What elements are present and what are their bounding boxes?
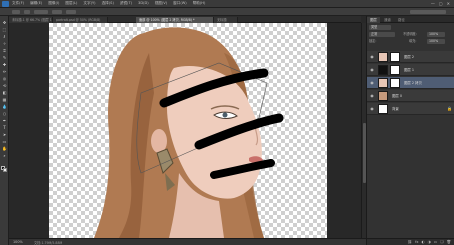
menu-item-6[interactable]: 滤镜(T) bbox=[120, 1, 132, 6]
shape-icon[interactable]: ▭ bbox=[2, 139, 7, 144]
layer-mask-thumbnail[interactable] bbox=[390, 78, 400, 88]
trash-icon[interactable]: 🗑 bbox=[446, 240, 451, 244]
opacity-field[interactable] bbox=[52, 10, 62, 14]
options-bar bbox=[0, 8, 454, 16]
lasso-icon[interactable]: ℓ bbox=[2, 34, 7, 39]
eraser-icon[interactable]: ◧ bbox=[2, 90, 7, 95]
layer-row[interactable]: ◉ 图层 2 bbox=[367, 51, 454, 63]
menu-item-2[interactable]: 图像(I) bbox=[48, 1, 59, 6]
menu-item-4[interactable]: 文字(Y) bbox=[83, 1, 95, 6]
wand-icon[interactable]: ✧ bbox=[2, 41, 7, 46]
layer-mask-thumbnail[interactable] bbox=[390, 52, 400, 62]
layer-thumbnail bbox=[378, 52, 388, 62]
move-icon[interactable]: ✥ bbox=[2, 20, 7, 25]
maximize-button[interactable]: ▢ bbox=[439, 1, 443, 6]
menu-items: 文件(F) 编辑(E) 图像(I) 图层(L) 文字(Y) 选择(S) 滤镜(T) 3D(D)… bbox=[12, 1, 205, 6]
mask-icon[interactable]: ◐ bbox=[422, 240, 425, 244]
layers-panel: 图层 通道 路径 类型 正常 不透明度: 100% 锁定: 填充: 100% ◉… bbox=[366, 16, 454, 245]
link-icon[interactable]: ⛓ bbox=[408, 240, 413, 244]
flow-field[interactable] bbox=[66, 10, 76, 14]
gradient-icon[interactable]: ▦ bbox=[2, 97, 7, 102]
menu-bar: 文件(F) 编辑(E) 图像(I) 图层(L) 文字(Y) 选择(S) 滤镜(T) 3D(D)… bbox=[0, 0, 454, 8]
layer-row[interactable]: ◉ 图层 0 bbox=[367, 90, 454, 102]
zoom-level[interactable]: 100% bbox=[13, 240, 23, 244]
layer-controls: 类型 正常 不透明度: 100% 锁定: 填充: 100% bbox=[369, 25, 453, 49]
pen-icon[interactable]: ✒ bbox=[2, 118, 7, 123]
lock-label: 锁定: bbox=[369, 39, 377, 43]
stamp-icon[interactable]: ◎ bbox=[2, 76, 7, 81]
visibility-eye-icon[interactable]: ◉ bbox=[369, 67, 375, 73]
eyedropper-icon[interactable]: ✎ bbox=[2, 55, 7, 60]
hand-icon[interactable]: ✋ bbox=[2, 146, 7, 151]
menu-item-8[interactable]: 视图(V) bbox=[155, 1, 167, 6]
layer-name: 图层 1 bbox=[404, 68, 415, 72]
layer-row[interactable]: ◉ 图层 1 bbox=[367, 64, 454, 76]
background-color-swatch[interactable] bbox=[3, 168, 7, 172]
visibility-eye-icon[interactable]: ◉ bbox=[369, 54, 375, 60]
menu-item-7[interactable]: 3D(D) bbox=[138, 1, 149, 6]
history-brush-icon[interactable]: ⟲ bbox=[2, 83, 7, 88]
visibility-eye-icon[interactable]: ◉ bbox=[369, 93, 375, 99]
type-icon[interactable]: T bbox=[2, 125, 7, 130]
window-controls: — ▢ ✕ bbox=[431, 1, 450, 6]
layer-name: 图层 2 bbox=[404, 55, 415, 59]
status-bar: 100% 文档:1.79M/5.88M bbox=[9, 238, 366, 245]
blend-mode-select[interactable]: 正常 bbox=[369, 32, 395, 37]
visibility-eye-icon[interactable]: ◉ bbox=[369, 80, 375, 86]
menu-item-10[interactable]: 帮助(H) bbox=[193, 1, 206, 6]
minimize-button[interactable]: — bbox=[431, 1, 435, 6]
layer-name: 图层 0 bbox=[392, 94, 403, 98]
tab-channels[interactable]: 通道 bbox=[381, 17, 394, 23]
lock-icon: 🔒 bbox=[447, 106, 452, 111]
layer-thumbnail bbox=[378, 104, 388, 114]
photoshop-logo-icon[interactable] bbox=[2, 1, 9, 7]
layer-name: 图层 2 拷贝 bbox=[404, 81, 422, 85]
brush-icon[interactable]: ✏ bbox=[2, 69, 7, 74]
crop-icon[interactable]: ⌗ bbox=[2, 48, 7, 53]
mode-select[interactable] bbox=[34, 10, 48, 14]
document-tabs: 未标题-1 @ 66.7% (图层 1, RGB/8) portrait.psd… bbox=[9, 16, 361, 23]
path-select-icon[interactable]: ➤ bbox=[2, 132, 7, 137]
tab-layers[interactable]: 图层 bbox=[367, 17, 380, 23]
menu-item-3[interactable]: 图层(L) bbox=[65, 1, 77, 6]
layer-row[interactable]: ◉ 图层 2 拷贝 bbox=[367, 77, 454, 89]
tab-paths[interactable]: 路径 bbox=[395, 17, 408, 23]
panel-tabs: 图层 通道 路径 bbox=[367, 16, 454, 23]
opacity-field[interactable]: 100% bbox=[427, 32, 445, 37]
close-button[interactable]: ✕ bbox=[447, 1, 450, 6]
portrait-artwork bbox=[94, 27, 284, 238]
layer-thumbnail bbox=[378, 78, 388, 88]
brush-size-picker[interactable] bbox=[24, 10, 30, 14]
new-layer-icon[interactable]: ❏ bbox=[440, 240, 443, 244]
menu-item-1[interactable]: 编辑(E) bbox=[30, 1, 42, 6]
canvas-area[interactable] bbox=[9, 23, 361, 238]
workspace-select[interactable] bbox=[410, 10, 446, 14]
heal-icon[interactable]: ✚ bbox=[2, 62, 7, 67]
menu-item-0[interactable]: 文件(F) bbox=[12, 1, 24, 6]
document-canvas[interactable] bbox=[49, 23, 327, 238]
layer-kind-filter[interactable]: 类型 bbox=[369, 25, 391, 30]
tools-panel: ✥ ⬚ ℓ ✧ ⌗ ✎ ✚ ✏ ◎ ⟲ ◧ ▦ 💧 ○ ✒ T ➤ ▭ ✋ ⌕ bbox=[0, 16, 9, 245]
layer-mask-thumbnail[interactable] bbox=[390, 65, 400, 75]
fill-label: 填充: bbox=[409, 39, 417, 43]
document-size: 文档:1.79M/5.88M bbox=[34, 241, 63, 245]
menu-item-9[interactable]: 窗口(W) bbox=[173, 1, 187, 6]
layer-thumbnail bbox=[378, 91, 388, 101]
zoom-icon[interactable]: ⌕ bbox=[2, 153, 7, 158]
layer-row[interactable]: ◉ 背景 🔒 bbox=[367, 103, 454, 115]
layers-panel-footer: ⛓ fx ◐ ◑ ▭ ❏ 🗑 bbox=[367, 238, 454, 245]
tool-preset-picker[interactable] bbox=[12, 10, 20, 14]
visibility-eye-icon[interactable]: ◉ bbox=[369, 106, 375, 112]
layer-thumbnail bbox=[378, 65, 388, 75]
dodge-icon[interactable]: ○ bbox=[2, 111, 7, 116]
opacity-label: 不透明度: bbox=[403, 32, 417, 36]
marquee-icon[interactable]: ⬚ bbox=[2, 27, 7, 32]
blur-icon[interactable]: 💧 bbox=[2, 104, 7, 109]
adjustment-icon[interactable]: ◑ bbox=[428, 240, 431, 244]
fill-field[interactable]: 100% bbox=[427, 39, 445, 44]
layer-name: 背景 bbox=[392, 107, 399, 111]
group-icon[interactable]: ▭ bbox=[434, 240, 437, 244]
fx-icon[interactable]: fx bbox=[415, 240, 418, 244]
menu-item-5[interactable]: 选择(S) bbox=[102, 1, 114, 6]
